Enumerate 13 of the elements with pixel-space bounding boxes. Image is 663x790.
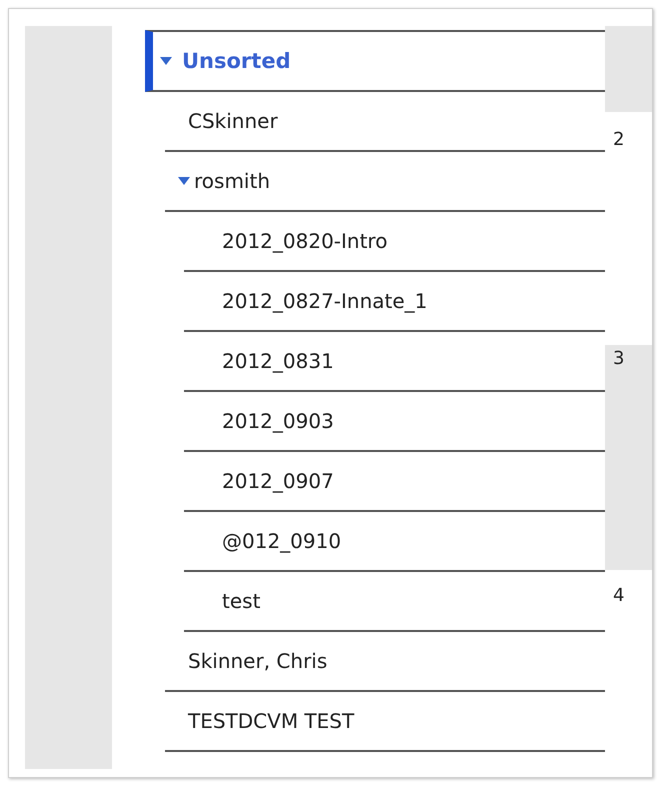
caret-down-icon[interactable]: [178, 177, 190, 185]
caret-down-icon[interactable]: [160, 57, 172, 65]
tree-item[interactable]: 2012_0827-Innate_1: [184, 272, 605, 332]
marker-label: 4: [612, 584, 626, 606]
tree-item[interactable]: TESTDCVM TEST: [165, 692, 605, 752]
tree-item[interactable]: 2012_0820-Intro: [184, 212, 605, 272]
tree-item[interactable]: 2012_0831: [184, 332, 605, 392]
tree-item[interactable]: Skinner, Chris: [165, 632, 605, 692]
shaded-block: 3: [605, 345, 652, 570]
tree-item[interactable]: rosmith: [165, 152, 605, 212]
tree-item[interactable]: test: [184, 572, 605, 632]
marker-label: 2: [612, 128, 626, 150]
tree-item[interactable]: CSkinner: [165, 92, 605, 152]
